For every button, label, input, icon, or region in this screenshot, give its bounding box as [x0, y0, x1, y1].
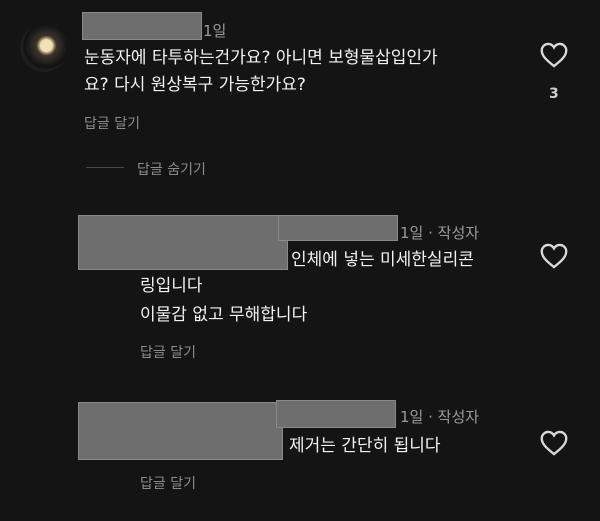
heart-outline-icon[interactable]	[540, 42, 568, 68]
hide-replies-button[interactable]: 답글 숨기기	[137, 159, 206, 179]
reply-text-line-1: 제거는 간단히 됩니다	[289, 436, 441, 456]
heart-outline-icon[interactable]	[540, 430, 568, 456]
reply-text-line-3: 이물감 없고 무해합니다	[140, 305, 308, 325]
reply-button[interactable]: 답글 달기	[140, 342, 196, 362]
redacted-username	[278, 215, 398, 241]
like-count: 3	[549, 86, 559, 102]
redacted-username	[276, 400, 396, 428]
hide-replies-divider	[86, 167, 124, 168]
comment-time: 1일	[203, 22, 227, 40]
heart-outline-icon[interactable]	[540, 243, 568, 269]
redacted-username	[82, 12, 202, 40]
reply-meta: 1일 · 작성자	[400, 408, 480, 426]
reply-button[interactable]: 답글 달기	[140, 473, 196, 493]
reply-text-line-1: 인체에 넣는 미세한실리콘	[291, 250, 474, 270]
redacted-avatar	[78, 215, 288, 270]
avatar[interactable]	[20, 24, 68, 72]
redacted-avatar	[78, 402, 283, 460]
comment-text-line-1: 눈동자에 타투하는건가요? 아니면 보형물삽입인가	[84, 48, 438, 68]
reply-meta: 1일 · 작성자	[400, 224, 480, 242]
comment-text-line-2: 요? 다시 원상복구 가능한가요?	[84, 75, 306, 95]
reply-button[interactable]: 답글 달기	[84, 113, 140, 133]
reply-text-line-2: 링입니다	[140, 276, 203, 296]
